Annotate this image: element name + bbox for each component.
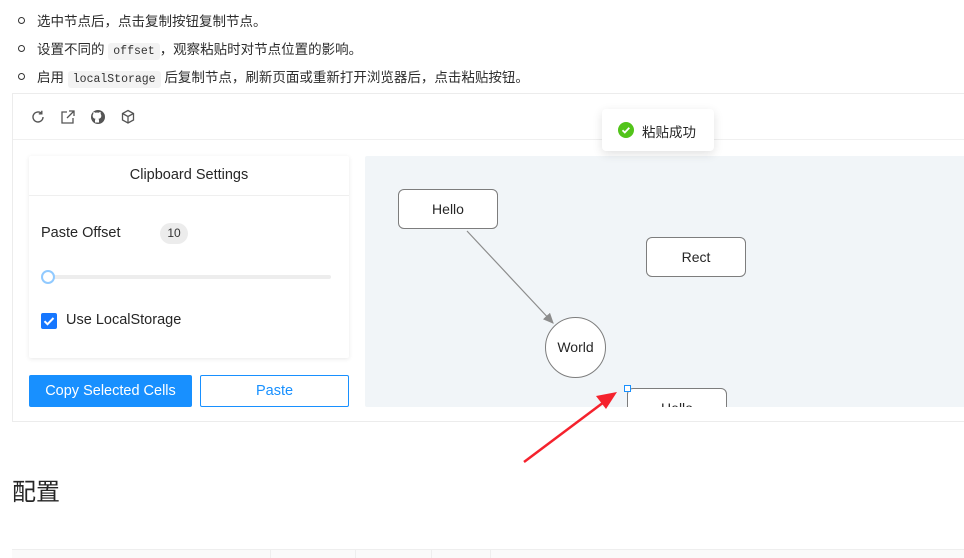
clipboard-settings-panel: Clipboard Settings Paste Offset 10 Use L…	[29, 156, 349, 358]
paste-offset-label: Paste Offset	[41, 225, 121, 241]
bullet-icon	[18, 72, 25, 80]
inline-code: localStorage	[67, 71, 161, 88]
copy-selected-cells-button[interactable]: Copy Selected Cells	[29, 375, 192, 407]
node-hello[interactable]: Hello	[398, 189, 498, 229]
demo-toolbar	[13, 94, 964, 140]
bullet-icon	[18, 16, 25, 24]
section-title: 配置	[12, 479, 60, 506]
check-circle-icon	[618, 122, 634, 138]
demo-container: Clipboard Settings Paste Offset 10 Use L…	[12, 93, 964, 422]
toast-message: 粘贴成功	[642, 125, 696, 140]
paste-button[interactable]: Paste	[200, 375, 349, 407]
list-item-text: 选中节点后，点击复制按钮复制节点。	[37, 14, 267, 29]
list-item-text: 设置不同的	[37, 42, 105, 57]
list-item-text: 后复制节点，刷新页面或重新打开浏览器后，点击粘贴按钮。	[164, 70, 529, 85]
use-localstorage-checkbox[interactable]	[41, 313, 57, 329]
list-item: 选中节点后，点击复制按钮复制节点。	[18, 8, 267, 36]
node-hello-pasted[interactable]: Hello	[627, 388, 727, 407]
use-localstorage-label[interactable]: Use LocalStorage	[66, 312, 181, 328]
list-item-text: ，观察粘贴时对节点位置的影响。	[159, 42, 363, 57]
inline-code: offset	[108, 43, 160, 60]
list-item: 启用 localStorage 后复制节点，刷新页面或重新打开浏览器后，点击粘贴…	[18, 64, 529, 92]
paste-success-toast: 粘贴成功	[602, 109, 714, 151]
node-world[interactable]: World	[545, 317, 606, 378]
node-rect[interactable]: Rect	[646, 237, 746, 277]
open-external-icon[interactable]	[59, 108, 77, 126]
selection-handle[interactable]	[624, 385, 631, 392]
refresh-icon[interactable]	[29, 108, 47, 126]
paste-offset-value-badge: 10	[160, 223, 188, 244]
paste-offset-slider-rail[interactable]	[47, 275, 331, 279]
list-item-text: 启用	[37, 70, 64, 85]
bullet-icon	[18, 44, 25, 52]
github-icon[interactable]	[89, 108, 107, 126]
paste-offset-slider-handle[interactable]	[41, 270, 55, 284]
codesandbox-icon[interactable]	[119, 108, 137, 126]
edge-hello-world[interactable]	[466, 230, 554, 324]
panel-title: Clipboard Settings	[29, 156, 349, 196]
graph-canvas[interactable]: Hello Rect World Hello	[365, 156, 964, 407]
list-item: 设置不同的 offset ，观察粘贴时对节点位置的影响。	[18, 36, 362, 64]
checkmark-icon	[43, 317, 55, 326]
